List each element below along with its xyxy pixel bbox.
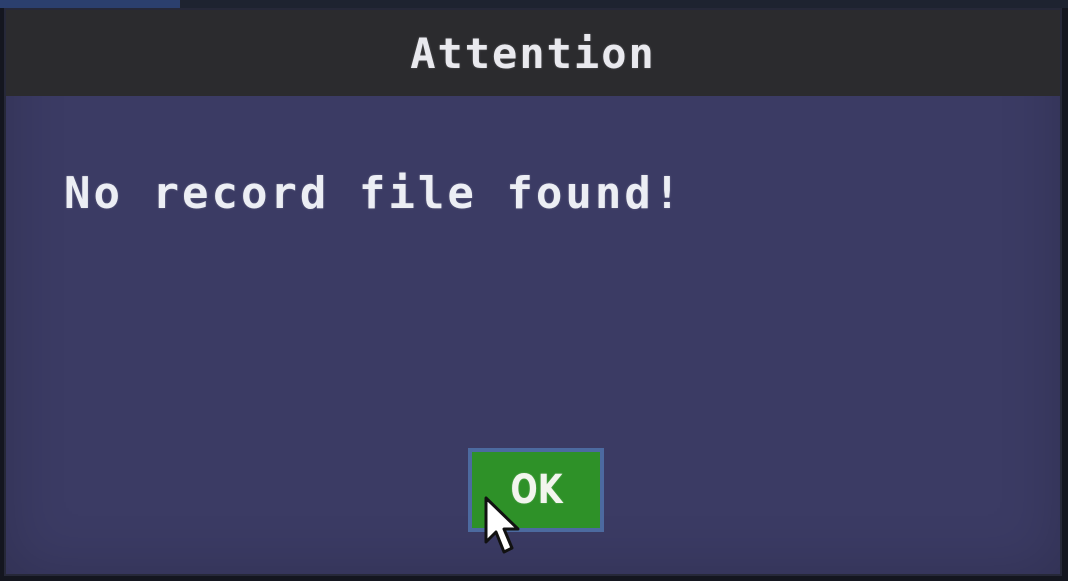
- screen: Attention No record file found! OK: [0, 0, 1068, 581]
- background-menu-strip: [0, 0, 1068, 8]
- dialog-title-bar: Attention: [6, 10, 1060, 96]
- background-menu-tab: [0, 0, 180, 8]
- dialog-title: Attention: [410, 28, 656, 78]
- ok-button[interactable]: OK: [468, 448, 604, 532]
- attention-dialog: Attention No record file found! OK: [4, 8, 1062, 576]
- ok-button-label: OK: [510, 467, 562, 513]
- dialog-message: No record file found!: [64, 168, 684, 219]
